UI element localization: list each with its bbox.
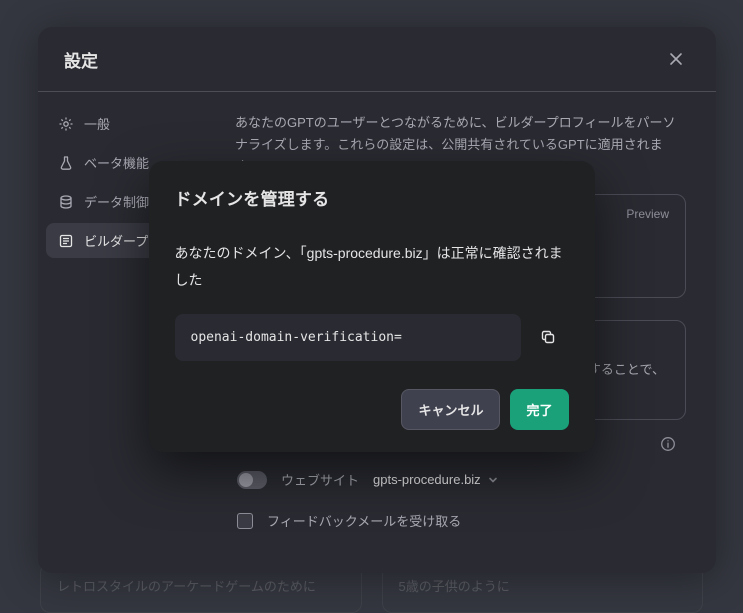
domain-modal: ドメインを管理する あなたのドメイン、「gpts-procedure.biz」は… [149, 161, 595, 451]
modal-overlay: ドメインを管理する あなたのドメイン、「gpts-procedure.biz」は… [0, 0, 743, 613]
copy-button[interactable] [533, 322, 563, 352]
modal-message: あなたのドメイン、「gpts-procedure.biz」は正常に確認されました [175, 240, 569, 293]
done-button[interactable]: 完了 [510, 389, 568, 430]
verification-row: openai-domain-verification= [175, 314, 569, 361]
cancel-button[interactable]: キャンセル [401, 389, 500, 430]
modal-actions: キャンセル 完了 [175, 389, 569, 430]
copy-icon [540, 329, 556, 345]
verification-code: openai-domain-verification= [175, 314, 521, 361]
modal-title: ドメインを管理する [175, 185, 569, 210]
